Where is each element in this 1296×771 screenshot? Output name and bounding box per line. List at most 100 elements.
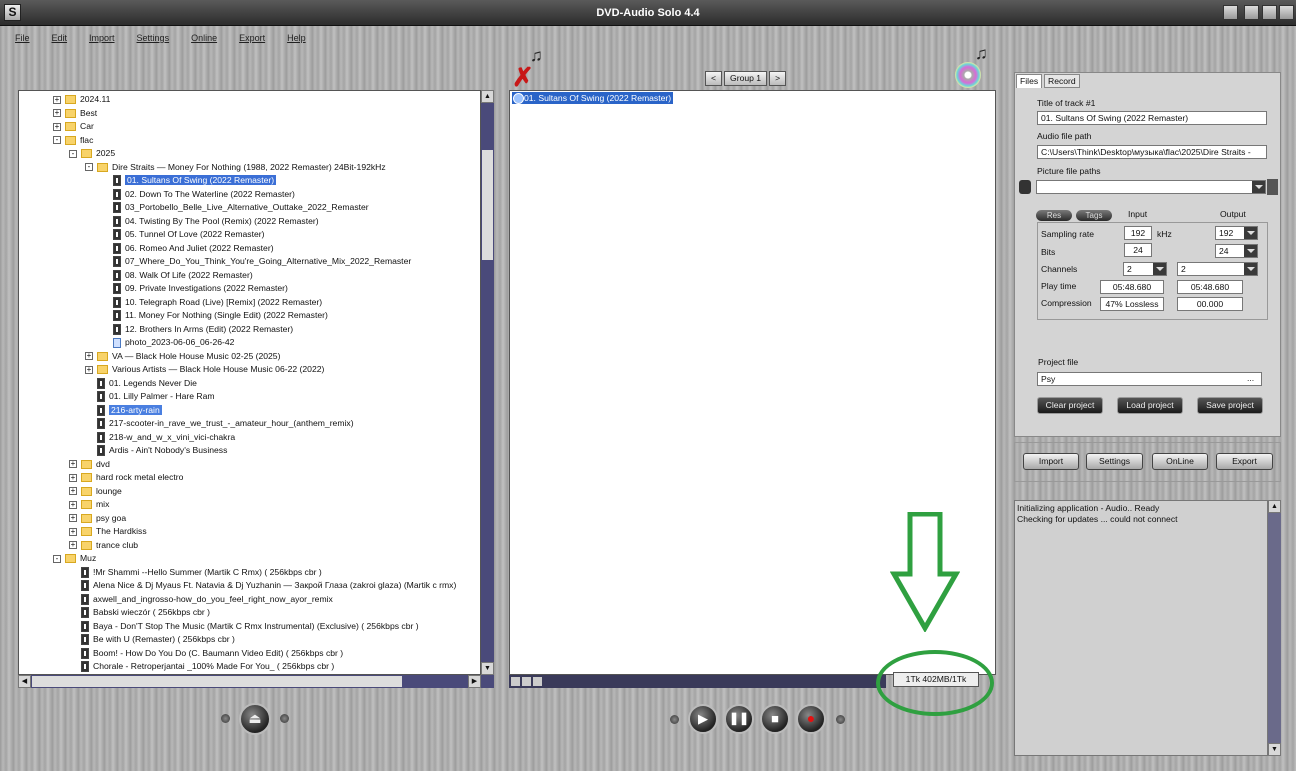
audio-path-field[interactable]: C:\Users\Think\Desktop\музыка\flac\2025\…	[1037, 145, 1267, 159]
tree-file[interactable]: !Mr Shammi --Hello Summer (Martik C Rmx)…	[81, 566, 322, 579]
expand-icon[interactable]: +	[69, 541, 77, 550]
channels-input-select[interactable]: 2	[1123, 262, 1167, 276]
minimize-icon[interactable]	[1223, 5, 1238, 20]
close-icon[interactable]	[1279, 5, 1294, 20]
expand-icon[interactable]: +	[85, 352, 93, 361]
tree-file[interactable]: Be with U (Remaster) ( 256kbps cbr )	[81, 633, 235, 646]
log-scrollbar[interactable]	[1268, 500, 1281, 756]
dropdown-icon[interactable]	[1244, 227, 1257, 239]
tree-folder[interactable]: - Muz	[53, 552, 96, 565]
collapse-icon[interactable]: -	[53, 554, 61, 563]
group-label[interactable]: Group 1	[724, 71, 768, 86]
tree-file[interactable]: 10. Telegraph Road (Live) [Remix] (2022 …	[113, 296, 322, 309]
expand-icon[interactable]: +	[53, 109, 61, 118]
tree-file[interactable]: 12. Brothers In Arms (Edit) (2022 Remast…	[113, 323, 293, 336]
tree-hscroll-thumb[interactable]	[32, 676, 402, 687]
scroll-left-icon[interactable]: ◀	[18, 675, 31, 688]
tree-folder[interactable]: - flac	[53, 134, 93, 147]
picture-icon[interactable]	[1019, 180, 1031, 194]
settings-button[interactable]: Settings	[1086, 453, 1143, 470]
stop-button[interactable]: ■	[760, 704, 790, 734]
tree-file[interactable]: 08. Walk Of Life (2022 Remaster)	[113, 269, 253, 282]
tags-button[interactable]: Tags	[1076, 210, 1112, 221]
tree-folder[interactable]: - 2025	[69, 147, 115, 160]
tree-file[interactable]: 01. Lilly Palmer - Hare Ram	[97, 390, 215, 403]
tab-files[interactable]: Files	[1016, 74, 1043, 88]
tree-folder[interactable]: +2024.11	[53, 93, 110, 106]
dropdown-icon[interactable]	[1244, 245, 1257, 257]
track-item-selected[interactable]: 01. Sultans Of Swing (2022 Remaster)	[512, 92, 674, 104]
tree-file[interactable]: 11. Money For Nothing (Single Edit) (202…	[113, 309, 328, 322]
tree-scroll-thumb[interactable]	[482, 150, 493, 260]
tree-file[interactable]: 217-scooter-in_rave_we_trust_-_amateur_h…	[97, 417, 354, 430]
online-button[interactable]: OnLine	[1152, 453, 1208, 470]
collapse-icon[interactable]: -	[85, 163, 93, 172]
record-button[interactable]: ●	[796, 704, 826, 734]
load-project-button[interactable]: Load project	[1117, 397, 1183, 414]
tree-file[interactable]: Baya - Don'T Stop The Music (Martik C Rm…	[81, 620, 419, 633]
sampling-output-select[interactable]: 192	[1215, 226, 1258, 240]
expand-icon[interactable]: +	[53, 95, 61, 104]
scroll-down-icon[interactable]: ▼	[481, 662, 494, 675]
tree-file[interactable]: Ardis - Ain't Nobody's Business	[97, 444, 227, 457]
tree-folder[interactable]: + hard rock metal electro	[69, 471, 183, 484]
scroll-up-icon[interactable]: ▲	[1268, 500, 1281, 513]
tree-file[interactable]: 03_Portobello_Belle_Live_Alternative_Out…	[113, 201, 369, 214]
collapse-icon[interactable]: -	[53, 136, 61, 145]
tree-file[interactable]: Chorale - Retroperjantai _100% Made For …	[81, 660, 334, 673]
menu-import[interactable]: Import	[89, 28, 115, 48]
expand-icon[interactable]: +	[69, 527, 77, 536]
tree-file[interactable]: Babski wieczór ( 256kbps cbr )	[81, 606, 210, 619]
menu-online[interactable]: Online	[191, 28, 217, 48]
tree-folder[interactable]: + psy goa	[69, 512, 126, 525]
tree-file[interactable]: 01. Legends Never Die	[97, 377, 197, 390]
tree-folder[interactable]: + trance club	[69, 539, 138, 552]
group-next-button[interactable]: >	[769, 71, 787, 86]
clear-project-button[interactable]: Clear project	[1037, 397, 1103, 414]
res-button[interactable]: Res	[1036, 210, 1072, 221]
expand-icon[interactable]: +	[69, 487, 77, 496]
export-button[interactable]: Export	[1216, 453, 1273, 470]
tree-file[interactable]: photo_2023-06-06_06-26-42	[113, 336, 234, 349]
disc-icon[interactable]	[955, 62, 981, 88]
expand-icon[interactable]: +	[85, 365, 93, 374]
file-tree[interactable]: +2024.11 + Best + Car - flac -2025- Dire Straits…	[18, 90, 481, 675]
picture-spin-icon[interactable]	[1267, 179, 1278, 195]
eject-button[interactable]: ⏏	[239, 703, 271, 735]
scroll-right-icon[interactable]: ▶	[468, 675, 481, 688]
project-field[interactable]: Psy	[1037, 372, 1262, 386]
play-button[interactable]: ▶	[688, 704, 718, 734]
bits-output-select[interactable]: 24	[1215, 244, 1258, 258]
tree-folder[interactable]: + Best	[53, 107, 97, 120]
expand-icon[interactable]: +	[69, 514, 77, 523]
menu-export[interactable]: Export	[239, 28, 265, 48]
expand-icon[interactable]: +	[69, 460, 77, 469]
import-button[interactable]: Import	[1023, 453, 1079, 470]
tree-file[interactable]: 04. Twisting By The Pool (Remix) (2022 R…	[113, 215, 319, 228]
scroll-up-icon[interactable]: ▲	[481, 90, 494, 103]
remove-track-icon[interactable]: ✗	[512, 62, 534, 93]
pause-button[interactable]: ❚❚	[724, 704, 754, 734]
dropdown-icon[interactable]	[1153, 263, 1166, 275]
tree-file[interactable]: 06. Romeo And Juliet (2022 Remaster)	[113, 242, 274, 255]
tree-folder[interactable]: + The Hardkiss	[69, 525, 147, 538]
menu-file[interactable]: File	[15, 28, 30, 48]
maximize-icon[interactable]	[1262, 5, 1277, 20]
tree-folder[interactable]: - Dire Straits — Money For Nothing (1988,…	[85, 161, 386, 174]
tree-file[interactable]: axwell_and_ingrosso-how_do_you_feel_righ…	[81, 593, 333, 606]
tree-file[interactable]: Alena Nice & Dj Myaus Ft. Natavia & Dj Y…	[81, 579, 456, 592]
tree-folder[interactable]: + dvd	[69, 458, 110, 471]
tree-file[interactable]: 01. Sultans Of Swing (2022 Remaster)	[113, 174, 277, 187]
tree-file[interactable]: 216-arty-rain	[97, 404, 162, 417]
restore-icon[interactable]	[1244, 5, 1259, 20]
tree-file[interactable]: 02. Down To The Waterline (2022 Remaster…	[113, 188, 295, 201]
project-browse-button[interactable]: ...	[1247, 373, 1254, 383]
collapse-icon[interactable]: -	[69, 149, 77, 158]
tree-file[interactable]: Boom! - How Do You Do (C. Baumann Video …	[81, 647, 343, 660]
dropdown-icon[interactable]	[1252, 181, 1265, 193]
tree-folder[interactable]: + VA — Black Hole House Music 02-25 (2025…	[85, 350, 280, 363]
scroll-btn[interactable]	[522, 677, 531, 686]
dropdown-icon[interactable]	[1244, 263, 1257, 275]
tree-file[interactable]: 05. Tunnel Of Love (2022 Remaster)	[113, 228, 265, 241]
menu-help[interactable]: Help	[287, 28, 306, 48]
